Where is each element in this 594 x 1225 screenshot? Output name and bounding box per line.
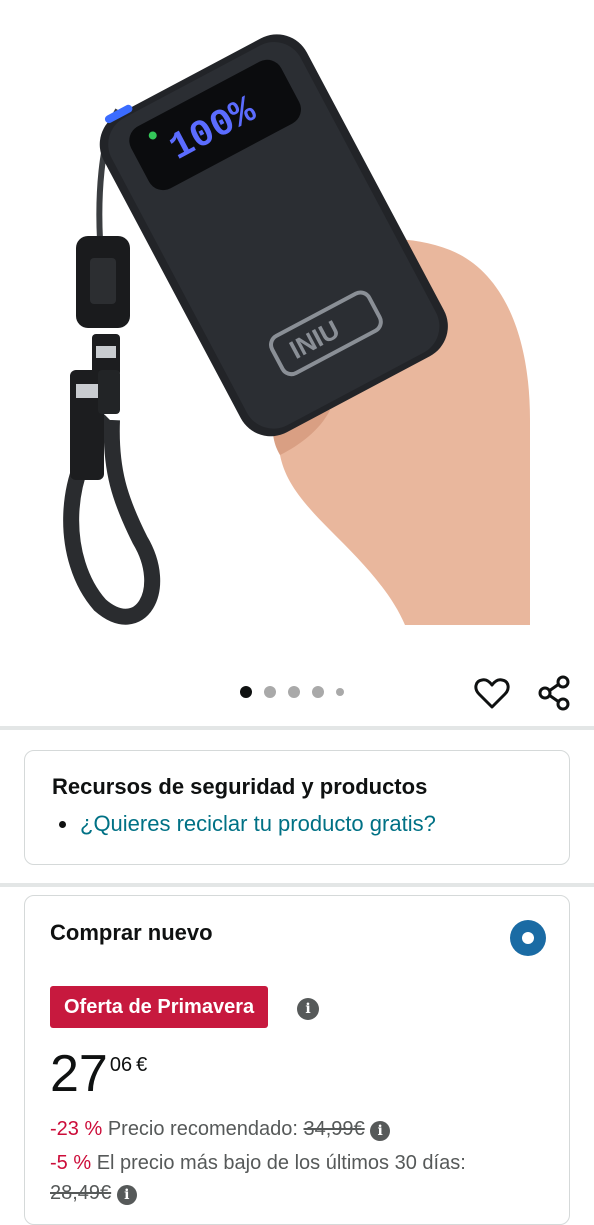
power-bank-photo: 100% INIU [63, 34, 530, 625]
price-whole: 27 [50, 1045, 108, 1103]
lowest-price-label: El precio más bajo de los últimos 30 día… [96, 1152, 466, 1174]
section-divider [0, 726, 594, 730]
deal-badge: Oferta de Primavera [50, 986, 269, 1028]
safety-card-title: Recursos de seguridad y productos [52, 774, 428, 799]
discount-percent: -23 % [50, 1118, 103, 1140]
recycle-link-item[interactable]: ¿Quieres reciclar tu producto gratis? [59, 811, 436, 837]
buy-new-card[interactable]: Comprar nuevo Oferta de Primavera i 27 0… [24, 895, 570, 1225]
product-image[interactable]: 100% INIU [0, 0, 594, 660]
lowest-discount-percent: -5 % [50, 1152, 92, 1174]
price: 27 06 € [50, 1046, 147, 1102]
info-icon[interactable]: i [116, 1185, 137, 1205]
info-icon[interactable]: i [370, 1121, 391, 1141]
lowest-price: 28,49€ [50, 1182, 112, 1204]
list-price: 34,99€ [303, 1118, 365, 1140]
list-price-line: -23 % Precio recomendado: 34,99€ i [50, 1118, 391, 1141]
list-price-label: Precio recomendado: [107, 1118, 298, 1140]
carousel-dots[interactable] [240, 686, 344, 698]
price-currency: € [136, 1054, 148, 1076]
heart-icon[interactable] [472, 673, 512, 713]
buy-new-radio[interactable] [510, 920, 546, 956]
carousel-dot[interactable] [312, 686, 324, 698]
carousel-dot[interactable] [288, 686, 300, 698]
recycle-link[interactable]: ¿Quieres reciclar tu producto gratis? [80, 811, 436, 837]
carousel-dot[interactable] [264, 686, 276, 698]
carousel-dot[interactable] [240, 686, 252, 698]
bullet-icon [59, 820, 66, 828]
share-icon[interactable] [534, 673, 574, 713]
safety-resources-card: Recursos de seguridad y productos ¿Quier… [24, 750, 570, 865]
lowest-price-value-line: 28,49€ i [50, 1182, 137, 1205]
section-divider [0, 883, 594, 887]
price-fraction: 06 [109, 1054, 133, 1076]
lowest-price-line: -5 % El precio más bajo de los últimos 3… [50, 1152, 466, 1175]
buy-new-title: Comprar nuevo [50, 920, 213, 945]
carousel-dot[interactable] [336, 688, 344, 696]
info-icon[interactable]: i [297, 998, 319, 1020]
